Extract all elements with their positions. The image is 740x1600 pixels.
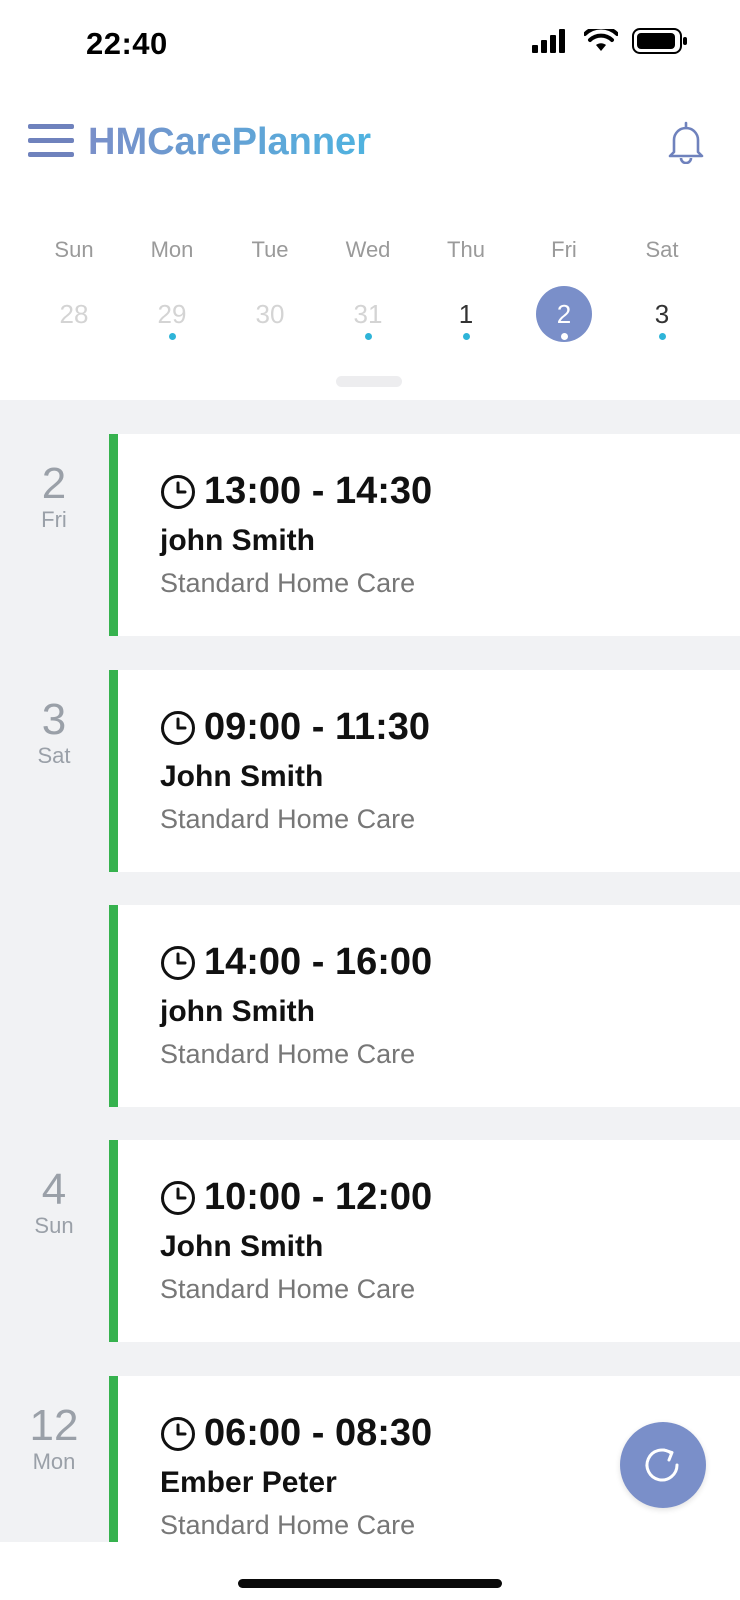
week-day[interactable]: Mon 29 (123, 232, 221, 342)
clock-icon (161, 1416, 195, 1451)
refresh-icon (645, 1448, 679, 1482)
week-day-name: Sun (54, 237, 94, 262)
week-day-number: 1 (438, 286, 494, 342)
event-dot (168, 333, 176, 340)
date-weekday: Mon (32, 1449, 76, 1474)
date-weekday: Sun (34, 1213, 74, 1238)
home-indicator-area (0, 1542, 740, 1600)
visit-type: Standard Home Care (160, 1039, 416, 1069)
clock-icon (161, 945, 195, 980)
status-bar: 22:40 (0, 0, 740, 80)
bell-icon[interactable] (666, 120, 706, 164)
visit-time-text: 06:00 - 08:30 (204, 1412, 433, 1454)
date-label: 3 Sat (0, 696, 108, 768)
clock-icon (161, 474, 195, 509)
list-item: 2 Fri 13:00 - 14:30 john Smith Standard … (0, 434, 740, 636)
list-item: 3 Sat 09:00 - 11:30 John Smith Standard … (0, 670, 740, 872)
visit-time: 09:00 - 11:30 (160, 706, 430, 749)
week-day-name: Thu (447, 237, 485, 262)
week-day[interactable]: Tue 30 (221, 232, 319, 342)
date-number: 2 (41, 459, 67, 508)
date-label: 12 Mon (0, 1402, 108, 1474)
visit-type: Standard Home Care (160, 568, 416, 598)
visit-time: 10:00 - 12:00 (160, 1176, 432, 1219)
status-time: 22:40 (86, 26, 168, 61)
list-item: 14:00 - 16:00 john Smith Standard Home C… (0, 905, 740, 1107)
home-indicator[interactable] (238, 1579, 502, 1588)
event-dot (658, 333, 666, 340)
app-name: HMCarePlanner (88, 121, 371, 163)
week-day-selected[interactable]: Fri 2 (515, 232, 613, 342)
refresh-button[interactable] (620, 1422, 706, 1508)
visit-time-text: 13:00 - 14:30 (204, 470, 433, 512)
clock-icon (161, 1180, 195, 1215)
visit-card[interactable]: 10:00 - 12:00 John Smith Standard Home C… (109, 1140, 740, 1342)
week-day[interactable]: Wed 31 (319, 232, 417, 342)
list-item: 4 Sun 10:00 - 12:00 John Smith Standard … (0, 1140, 740, 1342)
visit-list[interactable]: 2 Fri 13:00 - 14:30 john Smith Standard … (0, 400, 740, 1542)
date-label: 4 Sun (0, 1166, 108, 1238)
visit-type: Standard Home Care (160, 804, 416, 834)
event-dot (364, 333, 372, 340)
week-day-number: 29 (144, 286, 200, 342)
week-strip: Sun 28 Mon 29 Tue 30 Wed 31 Thu 1 Fri 2 … (0, 232, 740, 400)
visit-time-text: 10:00 - 12:00 (204, 1176, 433, 1218)
visit-card[interactable]: 09:00 - 11:30 John Smith Standard Home C… (109, 670, 740, 872)
date-number: 4 (41, 1165, 67, 1214)
visit-time: 13:00 - 14:30 (160, 470, 432, 513)
week-day-name: Mon (150, 237, 194, 262)
date-number: 3 (41, 695, 67, 744)
date-number: 12 (29, 1401, 79, 1450)
event-dot (560, 333, 568, 340)
week-day-number: 3 (634, 286, 690, 342)
status-icons (532, 28, 688, 54)
app-header: HMCarePlanner (0, 80, 740, 200)
client-name: Ember Peter (160, 1466, 337, 1499)
visit-type: Standard Home Care (160, 1274, 416, 1304)
week-day[interactable]: Thu 1 (417, 232, 515, 342)
calendar-drag-handle[interactable] (336, 376, 402, 387)
week-day-number: 28 (59, 299, 89, 329)
date-label: 2 Fri (0, 460, 108, 532)
visit-time-text: 14:00 - 16:00 (204, 941, 433, 983)
week-day-number: 2 (536, 286, 592, 342)
date-weekday: Sat (37, 743, 71, 768)
client-name: John Smith (160, 1230, 324, 1263)
event-dot (462, 333, 470, 340)
week-day-number: 30 (255, 299, 285, 329)
visit-type: Standard Home Care (160, 1510, 416, 1540)
visit-card[interactable]: 14:00 - 16:00 john Smith Standard Home C… (109, 905, 740, 1107)
clock-icon (161, 710, 195, 745)
client-name: john Smith (160, 524, 315, 557)
client-name: John Smith (160, 760, 324, 793)
visit-time: 14:00 - 16:00 (160, 941, 432, 984)
date-weekday: Fri (41, 507, 67, 532)
visit-time-text: 09:00 - 11:30 (204, 706, 431, 748)
week-day-number: 31 (340, 286, 396, 342)
battery-icon (632, 28, 687, 54)
week-day-name: Sat (645, 237, 679, 262)
signal-icon (532, 29, 565, 53)
week-day[interactable]: Sun 28 (25, 232, 123, 342)
week-day-name: Tue (251, 237, 289, 262)
app-logo: HMCarePlanner (88, 121, 371, 163)
wifi-icon (584, 29, 618, 51)
week-day-name: Fri (551, 237, 577, 262)
week-day[interactable]: Sat 3 (613, 232, 711, 342)
visit-card[interactable]: 13:00 - 14:30 john Smith Standard Home C… (109, 434, 740, 636)
visit-time: 06:00 - 08:30 (160, 1412, 432, 1455)
week-day-name: Wed (345, 237, 391, 262)
hamburger-menu-icon[interactable] (28, 124, 74, 164)
client-name: john Smith (160, 995, 315, 1028)
